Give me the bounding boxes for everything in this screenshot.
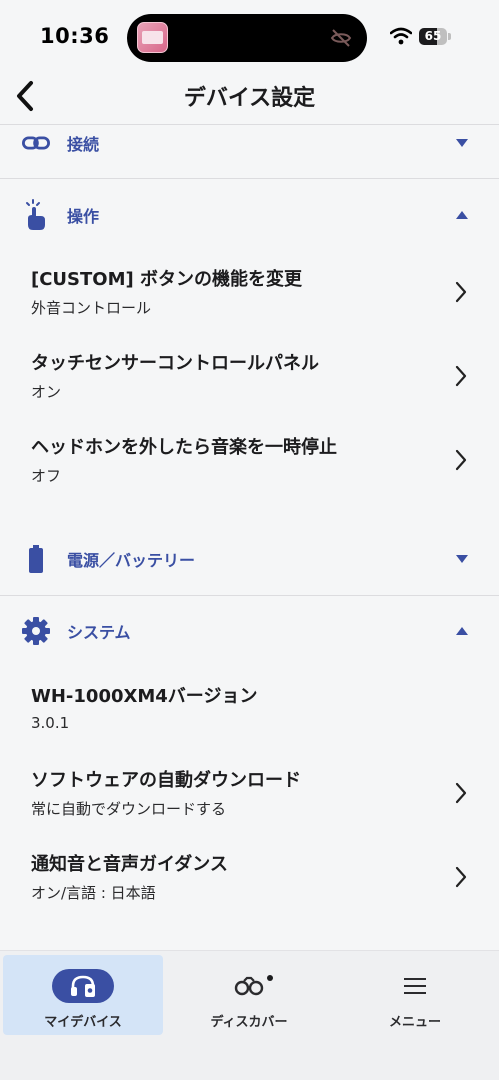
section-label-power: 電源／バッテリー [67,551,196,570]
section-header-operation[interactable]: 操作 [0,187,499,243]
tab-menu[interactable]: メニュー [335,955,495,1035]
muted-icon [330,29,352,47]
setting-row-auto-download[interactable]: ソフトウェアの自動ダウンロード 常に自動でダウンロードする [0,752,499,836]
chevron-right-icon [455,782,467,804]
page-title: デバイス設定 [183,86,316,111]
setting-value: 常に自動でダウンロードする [31,800,227,818]
chevron-right-icon [455,281,467,303]
setting-row-voice-guidance[interactable]: 通知音と音声ガイダンス オン/言語 : 日本語 [0,836,499,920]
setting-row-custom-button[interactable]: [CUSTOM] ボタンの機能を変更 外音コントロール [0,251,499,335]
divider [0,595,499,596]
chevron-right-icon [455,866,467,888]
setting-value: オン [31,383,62,401]
tab-bar: マイデバイス ディスカバー メニュー [0,950,499,1080]
hamburger-menu-icon [384,969,446,1003]
section-label-operation: 操作 [67,207,100,226]
divider [0,178,499,179]
section-header-connection[interactable]: 接続 [0,115,499,171]
status-time: 10:36 [40,24,110,48]
section-label-system: システム [67,623,131,642]
setting-title: ヘッドホンを外したら音楽を一時停止 [31,437,337,458]
tab-label: メニュー [388,1015,441,1030]
setting-value: 外音コントロール [31,299,152,317]
status-bar: 10:36 65 [0,0,499,74]
notification-dot [267,975,273,981]
setting-row-touch-sensor[interactable]: タッチセンサーコントロールパネル オン [0,335,499,419]
setting-row-auto-pause[interactable]: ヘッドホンを外したら音楽を一時停止 オフ [0,419,499,503]
battery-icon: 65 [419,28,451,45]
battery-icon [22,545,50,573]
link-icon [22,129,50,157]
caret-down-icon [456,139,468,147]
caret-down-icon [456,555,468,563]
tab-label: ディスカバー [210,1015,288,1030]
battery-level: 65 [424,29,442,43]
tab-label: マイデバイス [44,1015,122,1030]
setting-value: オン/言語 : 日本語 [31,884,156,902]
dynamic-island[interactable] [127,14,367,62]
setting-value: 3.0.1 [31,714,70,732]
setting-value: オフ [31,467,62,485]
setting-title: タッチセンサーコントロールパネル [31,353,319,374]
touch-hand-icon [22,199,50,230]
tab-my-device[interactable]: マイデバイス [3,955,163,1035]
wifi-icon [390,27,412,45]
headphones-icon [52,969,114,1003]
caret-up-icon [456,627,468,635]
chevron-right-icon [455,365,467,387]
tab-discover[interactable]: ディスカバー [169,955,329,1035]
chevron-right-icon [455,449,467,471]
section-header-system[interactable]: システム [0,603,499,659]
setting-title: [CUSTOM] ボタンの機能を変更 [31,269,303,290]
setting-title: ソフトウェアの自動ダウンロード [31,770,301,791]
caret-up-icon [456,211,468,219]
setting-row-firmware-version: WH-1000XM4バージョン 3.0.1 [0,668,499,752]
now-playing-app-icon [137,22,168,53]
gear-icon [22,617,50,645]
section-header-power[interactable]: 電源／バッテリー [0,531,499,587]
section-label-connection: 接続 [67,135,100,154]
setting-title: 通知音と音声ガイダンス [31,854,228,875]
setting-title: WH-1000XM4バージョン [31,686,258,707]
